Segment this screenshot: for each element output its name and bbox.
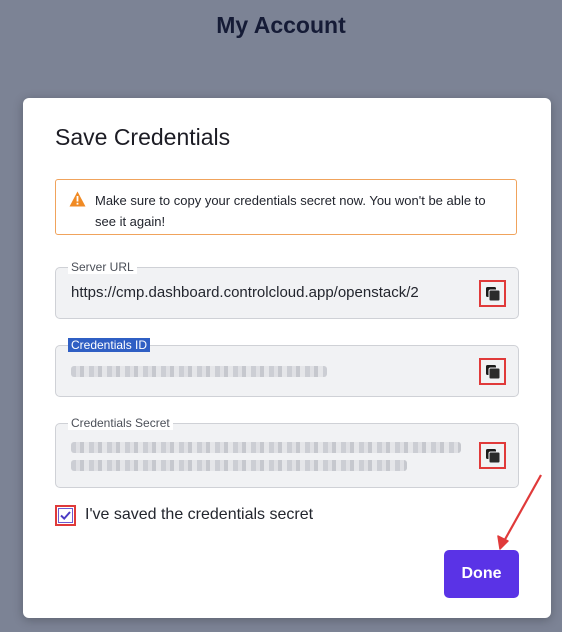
warning-alert: Make sure to copy your credentials secre… [55,179,517,235]
server-url-field: Server URL https://cmp.dashboard.control… [55,260,519,319]
checkmark-icon [60,511,71,521]
credentials-secret-value-redacted-line-2[interactable] [71,460,407,471]
copy-icon [486,449,500,463]
page-title: My Account [216,12,346,38]
credentials-id-label: Credentials ID [68,338,151,352]
credentials-secret-label: Credentials Secret [68,416,173,430]
server-url-label: Server URL [68,260,137,274]
credentials-id-field: Credentials ID [55,338,519,397]
saved-secret-checkbox[interactable] [55,505,76,526]
credentials-secret-field: Credentials Secret [55,416,519,488]
copy-icon [486,365,500,379]
credentials-id-value-redacted[interactable] [71,366,327,377]
copy-credentials-secret-button[interactable] [479,442,506,469]
copy-icon [486,287,500,301]
modal-title: Save Credentials [55,124,231,150]
server-url-value[interactable]: https://cmp.dashboard.controlcloud.app/o… [71,284,419,301]
copy-credentials-id-button[interactable] [479,358,506,385]
alert-text: Make sure to copy your credentials secre… [95,193,486,229]
save-credentials-modal: Save Credentials Make sure to copy your … [23,98,551,618]
copy-server-url-button[interactable] [479,280,506,307]
done-button[interactable]: Done [444,550,519,598]
warning-icon [69,191,86,207]
credentials-secret-value-redacted-line-1[interactable] [71,442,461,453]
saved-secret-checkbox-label[interactable]: I've saved the credentials secret [85,506,313,524]
